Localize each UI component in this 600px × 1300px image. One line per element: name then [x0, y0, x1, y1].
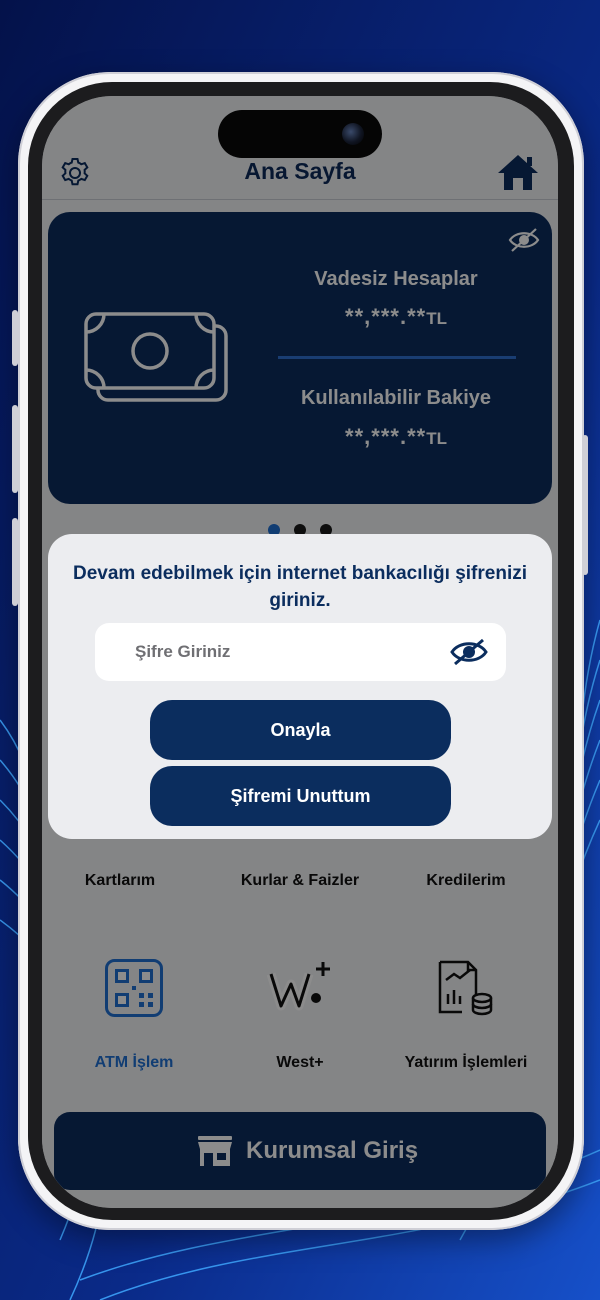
password-modal: Devam edebilmek için internet bankacılığ…	[48, 534, 552, 839]
dynamic-island	[218, 110, 382, 158]
camera-icon	[342, 123, 364, 145]
modal-message: Devam edebilmek için internet bankacılığ…	[72, 563, 528, 611]
phone-screen: Ana Sayfa Vadesiz Hesaplar **,***.**TL K…	[42, 96, 558, 1208]
phone-side-button	[12, 310, 18, 366]
eye-slash-icon[interactable]	[450, 637, 488, 667]
forgot-password-button[interactable]: Şifremi Unuttum	[150, 766, 451, 826]
password-field[interactable]	[95, 623, 506, 681]
password-input[interactable]	[135, 623, 435, 681]
confirm-button[interactable]: Onayla	[150, 700, 451, 760]
phone-side-button	[12, 405, 18, 493]
phone-side-button	[582, 435, 588, 575]
phone-side-button	[12, 518, 18, 606]
